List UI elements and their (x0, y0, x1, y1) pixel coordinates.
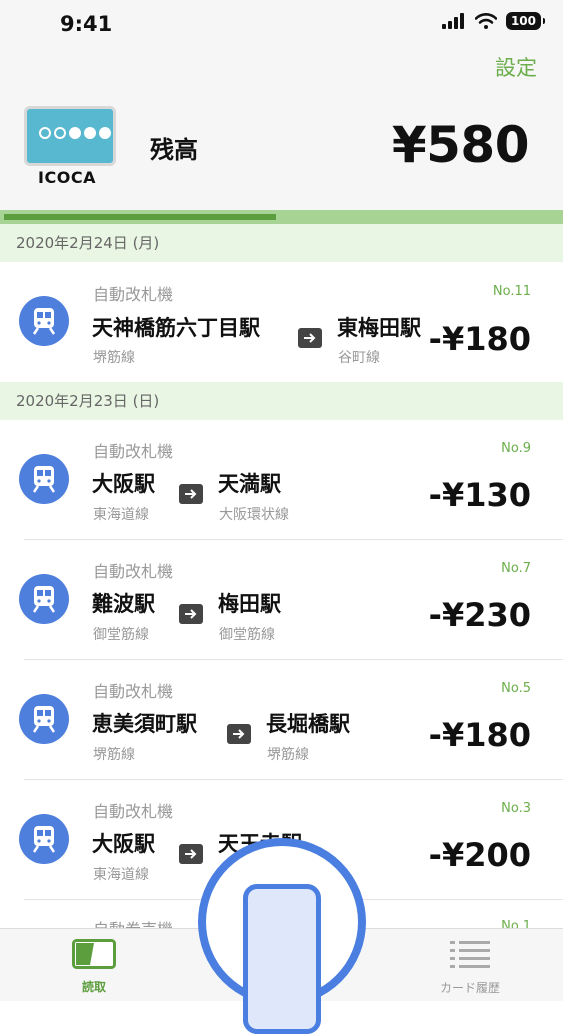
tab-card-history[interactable]: カード履歴 (428, 939, 512, 996)
from-station: 恵美須町駅 (92, 712, 197, 736)
phone-scan-icon (243, 884, 321, 1034)
from-station: 難波駅 (92, 592, 155, 616)
gate-type: 自動改札機 (93, 562, 174, 581)
date-header: 2020年2月23日 (日) (0, 382, 563, 420)
transaction-number: No.9 (501, 441, 531, 456)
transaction-row[interactable]: 自動改札機 No.9 大阪駅 東海道線 天満駅 大阪環状線 -¥130 (0, 420, 563, 539)
scan-card-button[interactable] (198, 838, 366, 1034)
transaction-row[interactable]: 自動改札機 No.11 天神橋筋六丁目駅 堺筋線 東梅田駅 谷町線 -¥180 (0, 262, 563, 381)
battery-indicator: 100 (505, 12, 546, 30)
to-line: 大阪環状線 (219, 507, 289, 523)
gate-type: 自動改札機 (93, 285, 174, 304)
card-header: 設定 ICOCA 残高 ¥580 (0, 48, 563, 210)
tab-read-label: 読取 (81, 980, 106, 994)
gate-type: 自動改札機 (93, 442, 174, 461)
train-icon (19, 454, 69, 504)
transaction-number: No.5 (501, 681, 531, 696)
wifi-icon (474, 13, 497, 29)
gate-type: 自動改札機 (93, 802, 174, 821)
to-station: 梅田駅 (218, 592, 281, 616)
from-line: 堺筋線 (93, 747, 135, 763)
card-read-icon (72, 939, 116, 969)
transaction-number: No.7 (501, 561, 531, 576)
train-icon (19, 694, 69, 744)
transaction-number: No.11 (492, 284, 531, 299)
to-station: 東梅田駅 (337, 316, 421, 340)
signal-icon (441, 13, 464, 29)
settings-button[interactable]: 設定 (495, 52, 537, 82)
from-station: 天神橋筋六丁目駅 (92, 316, 260, 340)
tab-read[interactable]: 読取 (66, 939, 122, 995)
arrow-right-icon (179, 604, 203, 624)
to-station: 天満駅 (218, 472, 281, 496)
fare-amount: -¥230 (428, 596, 531, 634)
from-line: 東海道線 (93, 507, 149, 523)
train-icon (19, 296, 69, 346)
from-line: 東海道線 (93, 867, 149, 883)
balance-label: 残高 (150, 136, 198, 164)
from-station: 大阪駅 (92, 472, 155, 496)
arrow-right-icon (227, 724, 251, 744)
train-icon (19, 574, 69, 624)
card-name: ICOCA (38, 168, 96, 187)
read-progress-fill (4, 214, 276, 220)
status-icons: 100 (441, 12, 546, 30)
gate-type: 自動改札機 (93, 682, 174, 701)
status-bar: 9:41 100 (0, 0, 563, 48)
arrow-right-icon (179, 844, 203, 864)
transaction-row[interactable]: 自動改札機 No.7 難波駅 御堂筋線 梅田駅 御堂筋線 -¥230 (0, 540, 563, 659)
date-header: 2020年2月24日 (月) (0, 224, 563, 262)
balance-amount: ¥580 (391, 116, 530, 174)
to-line: 堺筋線 (267, 747, 309, 763)
list-icon (450, 941, 490, 968)
to-line: 谷町線 (338, 350, 380, 366)
transaction-number: No.1 (501, 919, 531, 928)
fare-amount: -¥200 (428, 836, 531, 874)
to-station: 長堀橋駅 (266, 712, 350, 736)
card-dots (39, 127, 111, 139)
transaction-row[interactable]: 自動改札機 No.5 恵美須町駅 堺筋線 長堀橋駅 堺筋線 -¥180 (0, 660, 563, 779)
from-station: 大阪駅 (92, 832, 155, 856)
train-icon (19, 814, 69, 864)
from-line: 堺筋線 (93, 350, 135, 366)
from-line: 御堂筋線 (93, 627, 149, 643)
card-image (24, 106, 116, 166)
status-time: 9:41 (60, 12, 113, 36)
fare-amount: -¥130 (428, 476, 531, 514)
transaction-number: No.3 (501, 801, 531, 816)
read-progress-bar (0, 210, 563, 224)
fare-amount: -¥180 (428, 716, 531, 754)
arrow-right-icon (179, 484, 203, 504)
tab-card-history-label: カード履歴 (439, 981, 500, 995)
fare-amount: -¥180 (428, 320, 531, 358)
to-line: 御堂筋線 (219, 627, 275, 643)
gate-type: 自動券売機 (93, 916, 173, 928)
arrow-right-icon (298, 328, 322, 348)
